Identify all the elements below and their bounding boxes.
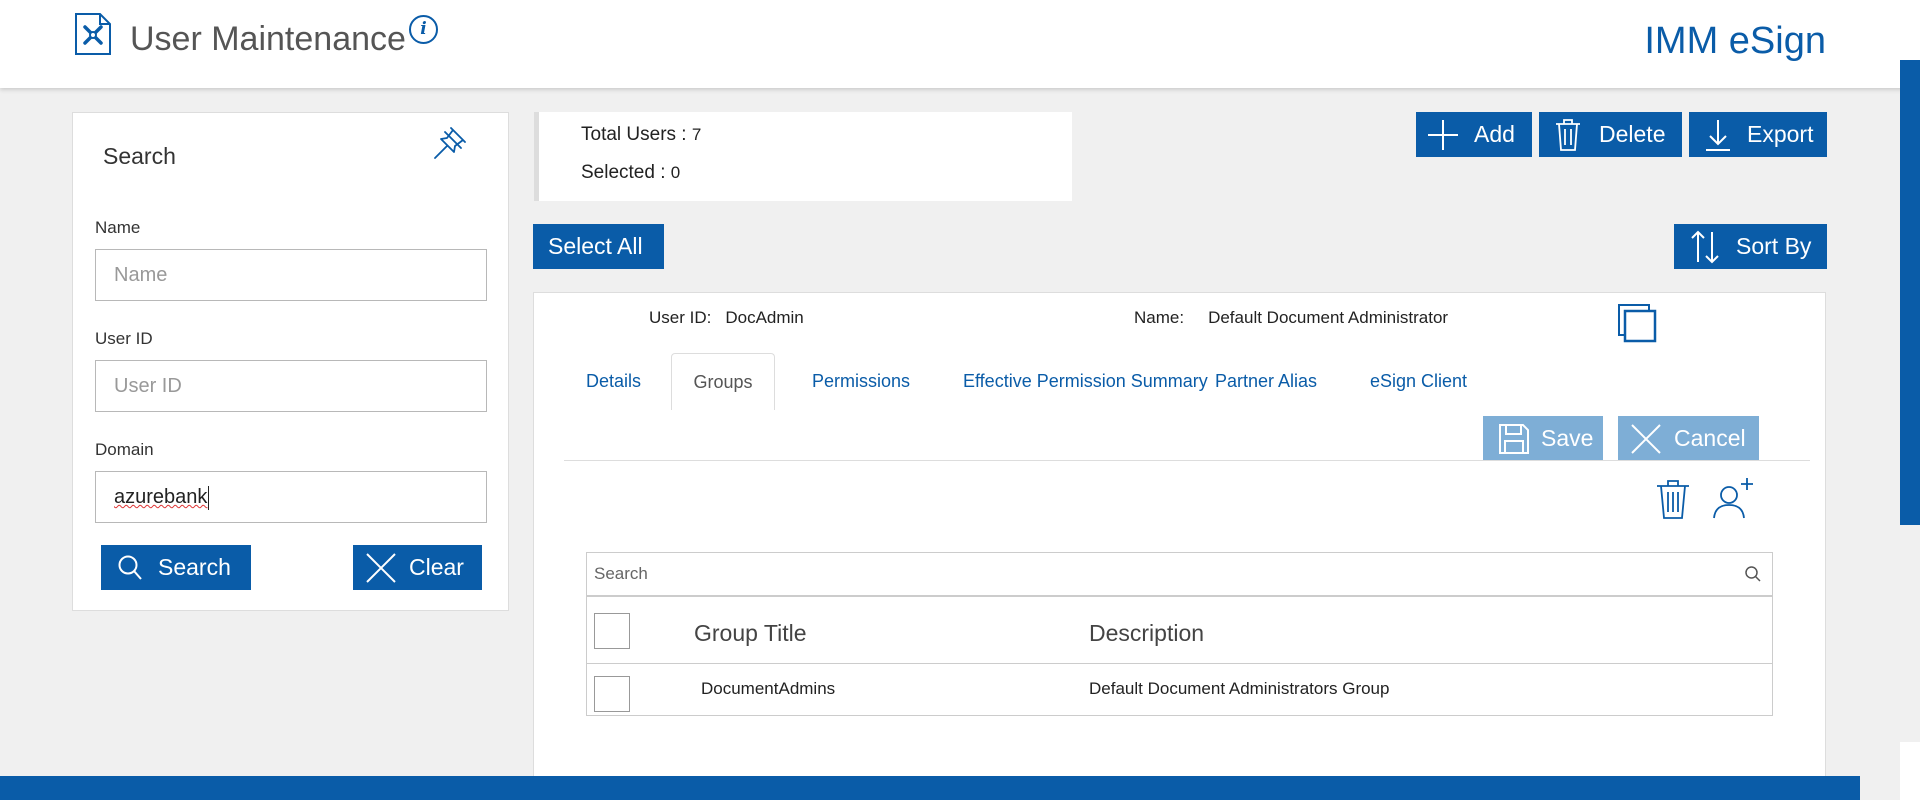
select-all-button[interactable]: Select All — [533, 224, 664, 269]
select-all-button-label: Select All — [548, 233, 643, 259]
scrollbar[interactable] — [1900, 60, 1920, 525]
footer-bar — [0, 776, 1860, 800]
close-icon — [1631, 423, 1661, 454]
sort-icon — [1691, 230, 1719, 263]
delete-button[interactable]: Delete — [1539, 112, 1682, 157]
cell-group-title: DocumentAdmins — [701, 679, 836, 698]
tools-document-icon — [75, 13, 111, 55]
page-title: User Maintenance — [130, 20, 406, 58]
total-users-value: 7 — [691, 125, 702, 144]
brand-name: IMM eSign — [1644, 20, 1826, 62]
user-id-detail-label: User ID: — [649, 308, 712, 327]
sort-by-button-label: Sort By — [1736, 233, 1812, 259]
cancel-button-label: Cancel — [1674, 425, 1746, 451]
add-button-label: Add — [1474, 121, 1515, 147]
name-label: Name — [95, 218, 141, 237]
groups-table: Group Title Description DocumentAdmins D… — [586, 552, 1773, 716]
domain-input[interactable]: azurebank — [95, 471, 487, 523]
column-header-description[interactable]: Description — [1089, 620, 1204, 647]
add-group-user-icon[interactable] — [1711, 476, 1755, 520]
trash-icon — [1556, 118, 1580, 151]
search-icon — [118, 555, 142, 580]
plus-icon — [1428, 119, 1458, 150]
selected-users-value: 0 — [670, 163, 681, 182]
tab-permissions[interactable]: Permissions — [812, 353, 910, 410]
export-button[interactable]: Export — [1689, 112, 1827, 157]
name-detail: Name: Default Document Administrator — [1134, 308, 1448, 328]
copy-icon[interactable] — [1617, 303, 1659, 345]
tab-details[interactable]: Details — [586, 353, 641, 410]
export-button-label: Export — [1747, 121, 1814, 147]
close-icon — [366, 552, 396, 583]
user-detail-panel: User ID: DocAdmin Name: Default Document A… — [533, 292, 1826, 800]
select-all-checkbox[interactable] — [594, 613, 630, 649]
save-icon — [1499, 423, 1529, 454]
clear-button-label: Clear — [409, 554, 464, 580]
user-id-input[interactable] — [95, 360, 487, 412]
table-row[interactable]: DocumentAdmins Default Document Administ… — [587, 665, 1772, 716]
download-icon — [1706, 119, 1730, 151]
divider — [564, 460, 1810, 461]
pin-icon[interactable] — [431, 124, 469, 162]
clear-button[interactable]: Clear — [353, 545, 482, 590]
users-summary: Total Users : 7 Selected : 0 — [534, 112, 1072, 201]
search-button-label: Search — [158, 554, 231, 580]
domain-label: Domain — [95, 440, 154, 459]
selected-users: Selected : 0 — [581, 162, 680, 184]
scrollbar-track-end — [1900, 742, 1920, 800]
search-panel: Search Name User ID Domain azurebank Sea… — [72, 112, 509, 611]
table-header: Group Title Description — [587, 599, 1772, 664]
info-icon[interactable]: i — [409, 15, 438, 44]
row-checkbox[interactable] — [594, 676, 630, 712]
text-caret — [208, 485, 210, 510]
search-button[interactable]: Search — [101, 545, 251, 590]
tab-effective-permission-summary[interactable]: Effective Permission Summary — [963, 353, 1208, 410]
add-button[interactable]: Add — [1416, 112, 1532, 157]
total-users-label: Total Users : — [581, 124, 692, 145]
save-button[interactable]: Save — [1483, 416, 1603, 461]
save-button-label: Save — [1541, 425, 1594, 451]
cell-description: Default Document Administrators Group — [1089, 679, 1390, 698]
sort-by-button[interactable]: Sort By — [1674, 224, 1827, 269]
tab-groups[interactable]: Groups — [671, 353, 775, 410]
total-users: Total Users : 7 — [581, 124, 701, 146]
tab-partner-alias[interactable]: Partner Alias — [1215, 353, 1317, 410]
groups-search — [587, 553, 1772, 597]
user-id-label: User ID — [95, 329, 153, 348]
delete-button-label: Delete — [1599, 121, 1666, 147]
tab-esign-client[interactable]: eSign Client — [1370, 353, 1467, 410]
groups-search-input[interactable] — [587, 553, 1772, 595]
domain-input-value: azurebank — [114, 486, 208, 508]
name-detail-value: Default Document Administrator — [1208, 308, 1449, 327]
name-input[interactable] — [95, 249, 487, 301]
user-id-detail: User ID: DocAdmin — [649, 308, 804, 328]
column-header-group-title[interactable]: Group Title — [694, 620, 807, 647]
search-panel-title: Search — [103, 143, 176, 169]
user-id-detail-value: DocAdmin — [725, 308, 804, 327]
name-detail-label: Name: — [1134, 308, 1185, 327]
app-header: User Maintenance i IMM eSign — [0, 0, 1920, 88]
search-icon[interactable] — [1744, 565, 1762, 583]
cancel-button[interactable]: Cancel — [1618, 416, 1759, 461]
selected-users-label: Selected : — [581, 162, 671, 183]
remove-group-trash-icon[interactable] — [1655, 478, 1691, 520]
